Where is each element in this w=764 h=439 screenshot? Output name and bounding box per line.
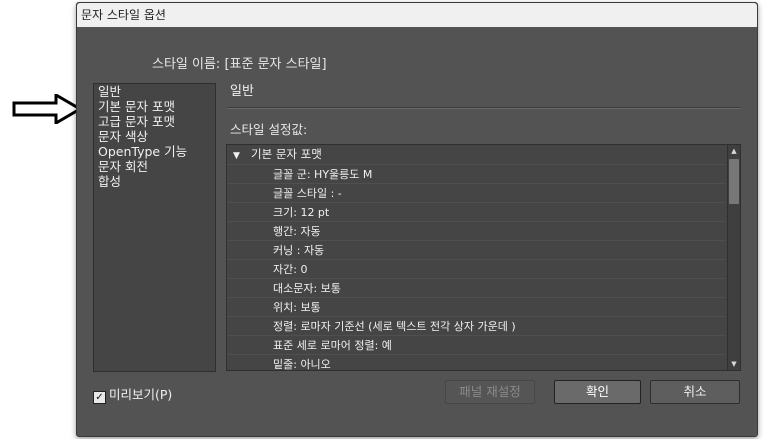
character-style-options-dialog: 문자 스타일 옵션 스타일 이름: [표준 문자 스타일] 일반 기본 문자 포…	[76, 2, 758, 437]
tree-row: 행간: 자동	[227, 221, 726, 240]
tree-rows: 글꼴 군: HY울릉도 M 글꼴 스타일 : - 크기: 12 pt 행간: 자…	[227, 164, 726, 370]
style-settings-label: 스타일 설정값:	[230, 122, 308, 137]
category-opentype-features[interactable]: OpenType 기능	[94, 144, 215, 159]
scroll-up-arrow-icon[interactable]: ▲	[728, 145, 740, 157]
section-title: 일반	[230, 84, 254, 99]
tree-row: 위치: 보통	[227, 297, 726, 316]
tree-row: 밑줄: 아니오	[227, 354, 726, 370]
tree-row: 표준 세로 로마어 정렬: 예	[227, 335, 726, 354]
category-character-rotation[interactable]: 문자 회전	[94, 159, 215, 174]
category-advanced-character-formats[interactable]: 고급 문자 포맷	[94, 114, 215, 129]
tree-row: 글꼴 군: HY울릉도 M	[227, 164, 726, 183]
tree-row: 대소문자: 보통	[227, 278, 726, 297]
style-name-label: 스타일 이름: [표준 문자 스타일]	[152, 57, 327, 72]
tree-row: 커닝 : 자동	[227, 240, 726, 259]
scroll-down-arrow-icon[interactable]: ▼	[728, 358, 740, 370]
category-general[interactable]: 일반	[94, 84, 215, 99]
right-arrow-outline-icon	[12, 94, 82, 124]
category-basic-character-formats[interactable]: 기본 문자 포맷	[94, 99, 215, 114]
checkmark-icon[interactable]: ✓	[93, 391, 106, 404]
tree-row: 정렬: 로마자 기준선 (세로 텍스트 전각 상자 가운데 )	[227, 316, 726, 335]
tree-scrollbar[interactable]: ▲ ▼	[727, 145, 740, 370]
section-divider	[227, 107, 741, 109]
tree-row: 글꼴 스타일 : -	[227, 183, 726, 202]
reset-panel-button[interactable]: 패널 재설정	[445, 380, 535, 404]
ok-button[interactable]: 확인	[554, 380, 641, 404]
style-settings-tree[interactable]: ▼ 기본 문자 포맷 글꼴 군: HY울릉도 M 글꼴 스타일 : - 크기: 1…	[226, 144, 741, 371]
tree-group-label: 기본 문자 포맷	[251, 147, 322, 161]
preview-label: 미리보기(P)	[109, 387, 173, 402]
tree-row: 크기: 12 pt	[227, 202, 726, 221]
tree-group-header[interactable]: ▼ 기본 문자 포맷	[227, 145, 732, 164]
category-character-color[interactable]: 문자 색상	[94, 129, 215, 144]
tree-row: 자간: 0	[227, 259, 726, 278]
dialog-title: 문자 스타일 옵션	[77, 3, 757, 27]
category-list: 일반 기본 문자 포맷 고급 문자 포맷 문자 색상 OpenType 기능 문…	[93, 83, 216, 372]
cancel-button[interactable]: 취소	[650, 380, 740, 404]
category-composite[interactable]: 합성	[94, 174, 215, 189]
scrollbar-thumb[interactable]	[729, 159, 739, 204]
preview-checkbox[interactable]: ✓ 미리보기(P)	[93, 384, 172, 404]
